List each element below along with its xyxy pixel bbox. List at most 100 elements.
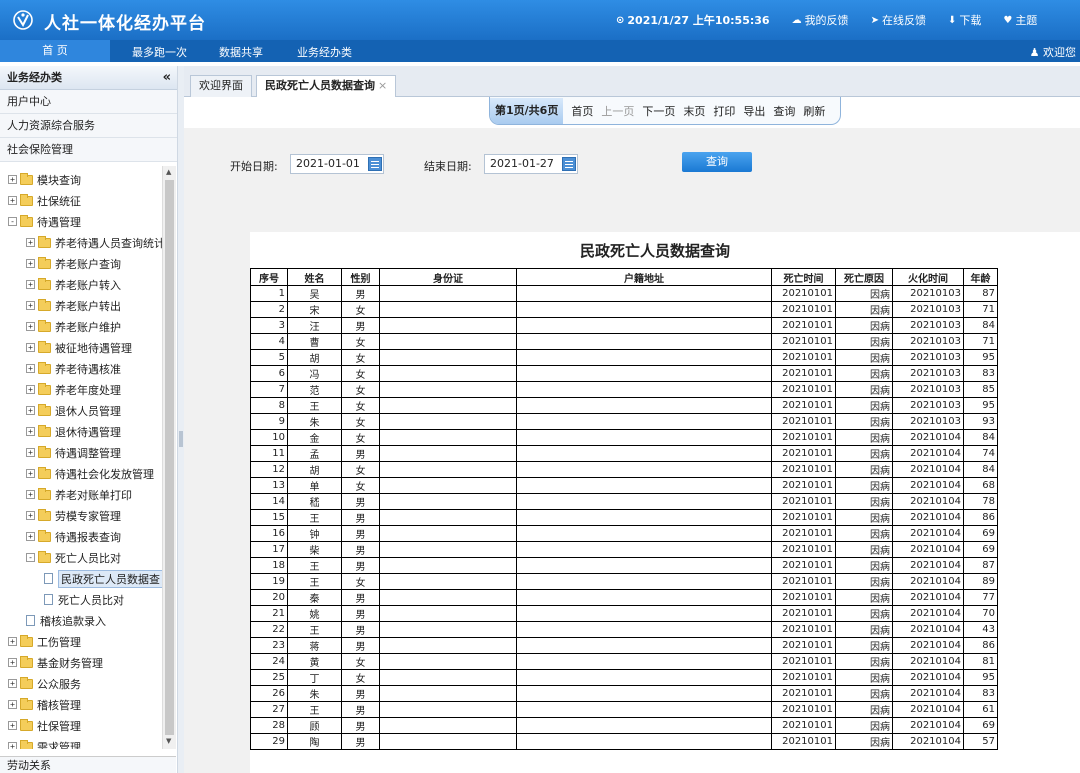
table-cell: 20210104 (892, 653, 964, 670)
close-icon[interactable]: × (378, 79, 387, 92)
online-feedback-link[interactable]: ➤ 在线反馈 (871, 12, 926, 28)
expand-node-icon[interactable]: + (26, 301, 35, 310)
menu-user-center[interactable]: 用户中心 (0, 90, 177, 114)
expand-node-icon[interactable]: + (26, 469, 35, 478)
expand-node-icon[interactable]: + (26, 364, 35, 373)
tree-item[interactable]: 民政死亡人员数据查 (44, 568, 163, 589)
print-button[interactable]: 打印 (713, 103, 735, 119)
expand-node-icon[interactable]: + (26, 238, 35, 247)
collapse-node-icon[interactable]: - (8, 217, 17, 226)
tree-item[interactable]: + 退休待遇管理 (26, 421, 121, 442)
search-query-button[interactable]: 查询 (682, 152, 752, 172)
tree-item[interactable]: + 养老年度处理 (26, 379, 121, 400)
expand-node-icon[interactable]: + (8, 196, 17, 205)
tree-item[interactable]: + 养老账户查询 (26, 253, 121, 274)
table-cell: 曹 (287, 333, 342, 350)
nav-home[interactable]: 首 页 (0, 40, 110, 62)
tree-item[interactable]: + 待遇报表查询 (26, 526, 121, 547)
nav-most-one-trip[interactable]: 最多跑一次 (132, 44, 187, 60)
sidebar-scrollbar[interactable]: ▲ ▼ (162, 166, 176, 749)
expand-node-icon[interactable]: + (26, 490, 35, 499)
tree-item[interactable]: + 被征地待遇管理 (26, 337, 132, 358)
send-icon: ➤ (870, 14, 879, 26)
expand-node-icon[interactable]: + (8, 679, 17, 688)
tree-item[interactable]: + 待遇调整管理 (26, 442, 121, 463)
expand-node-icon[interactable]: + (8, 721, 17, 730)
table-cell (379, 509, 517, 526)
end-date-input[interactable]: 2021-01-27 (484, 154, 578, 174)
tree-item[interactable]: + 待遇社会化发放管理 (26, 463, 154, 484)
table-cell: 因病 (835, 413, 893, 430)
tree-item[interactable]: + 工伤管理 (8, 631, 81, 652)
tree-item[interactable]: + 退休人员管理 (26, 400, 121, 421)
tree-item[interactable]: + 模块查询 (8, 169, 81, 190)
tree-item[interactable]: + 养老账户转出 (26, 295, 121, 316)
expand-node-icon[interactable]: + (26, 385, 35, 394)
expand-node-icon[interactable]: + (26, 511, 35, 520)
download-link[interactable]: ⬇ 下载 (948, 12, 981, 28)
tab-death-query[interactable]: 民政死亡人员数据查询 × (256, 75, 397, 98)
tree-item[interactable]: + 养老账户维护 (26, 316, 121, 337)
menu-social-insurance[interactable]: 社会保险管理 (0, 138, 177, 162)
expand-node-icon[interactable]: + (8, 175, 17, 184)
tree-item[interactable]: + 需求管理 (8, 736, 81, 749)
export-button[interactable]: 导出 (743, 103, 765, 119)
logo-icon (13, 10, 33, 30)
tree-item[interactable]: + 养老对账单打印 (26, 484, 132, 505)
scroll-down-icon[interactable]: ▼ (166, 737, 171, 745)
query-button[interactable]: 查询 (773, 103, 795, 119)
folder-icon (38, 340, 51, 353)
theme-link[interactable]: ♥ 主题 (1003, 12, 1037, 28)
tree-item[interactable]: + 劳模专家管理 (26, 505, 121, 526)
nav-data-share[interactable]: 数据共享 (219, 44, 263, 60)
tree-item-label: 社保管理 (37, 719, 81, 733)
scroll-thumb[interactable] (165, 180, 174, 735)
expand-node-icon[interactable]: + (26, 448, 35, 457)
last-page-button[interactable]: 末页 (683, 103, 705, 119)
tree-item[interactable]: 死亡人员比对 (44, 589, 124, 610)
expand-node-icon[interactable]: + (8, 700, 17, 709)
tab-welcome[interactable]: 欢迎界面 (190, 75, 252, 97)
table-cell: 20210101 (771, 333, 836, 350)
tree-item[interactable]: + 养老待遇核准 (26, 358, 121, 379)
expand-node-icon[interactable]: + (8, 658, 17, 667)
expand-node-icon[interactable]: + (26, 259, 35, 268)
tree-item[interactable]: - 死亡人员比对 (26, 547, 121, 568)
refresh-button[interactable]: 刷新 (803, 103, 825, 119)
menu-labor-relations[interactable]: 劳动关系 (0, 756, 176, 773)
tree-item[interactable]: + 养老待遇人员查询统计 (26, 232, 165, 253)
menu-hr-services[interactable]: 人力资源综合服务 (0, 114, 177, 138)
expand-node-icon[interactable]: + (26, 532, 35, 541)
tree-item[interactable]: - 待遇管理 (8, 211, 81, 232)
expand-node-icon[interactable]: + (26, 280, 35, 289)
expand-node-icon[interactable]: + (26, 343, 35, 352)
tree-item[interactable]: + 基金财务管理 (8, 652, 103, 673)
table-row: 27 王男 20210101 因病 20210104 61 (250, 701, 998, 718)
expand-node-icon[interactable]: + (26, 406, 35, 415)
nav-business[interactable]: 业务经办类 (297, 44, 352, 60)
prev-page-button[interactable]: 上一页 (601, 103, 634, 119)
next-page-button[interactable]: 下一页 (642, 103, 675, 119)
tree-item[interactable]: + 社保统征 (8, 190, 81, 211)
splitter-handle[interactable] (179, 431, 183, 447)
table-cell: 86 (963, 509, 998, 526)
expand-node-icon[interactable]: + (8, 742, 17, 749)
collapse-node-icon[interactable]: - (26, 553, 35, 562)
calendar-icon[interactable] (562, 157, 576, 171)
table-cell (379, 397, 517, 414)
expand-node-icon[interactable]: + (26, 322, 35, 331)
tree-item[interactable]: + 社保管理 (8, 715, 81, 736)
scroll-up-icon[interactable]: ▲ (166, 168, 171, 176)
collapse-icon[interactable]: « (163, 66, 171, 90)
tree-item[interactable]: + 公众服务 (8, 673, 81, 694)
welcome-user[interactable]: ♟ 欢迎您 (1030, 44, 1076, 60)
expand-node-icon[interactable]: + (26, 427, 35, 436)
tree-item[interactable]: + 养老账户转入 (26, 274, 121, 295)
tree-item[interactable]: 稽核追款录入 (26, 610, 106, 631)
tree-item[interactable]: + 稽核管理 (8, 694, 81, 715)
my-feedback-link[interactable]: ☁ 我的反馈 (792, 12, 849, 28)
calendar-icon[interactable] (368, 157, 382, 171)
start-date-input[interactable]: 2021-01-01 (290, 154, 384, 174)
expand-node-icon[interactable]: + (8, 637, 17, 646)
first-page-button[interactable]: 首页 (571, 103, 593, 119)
